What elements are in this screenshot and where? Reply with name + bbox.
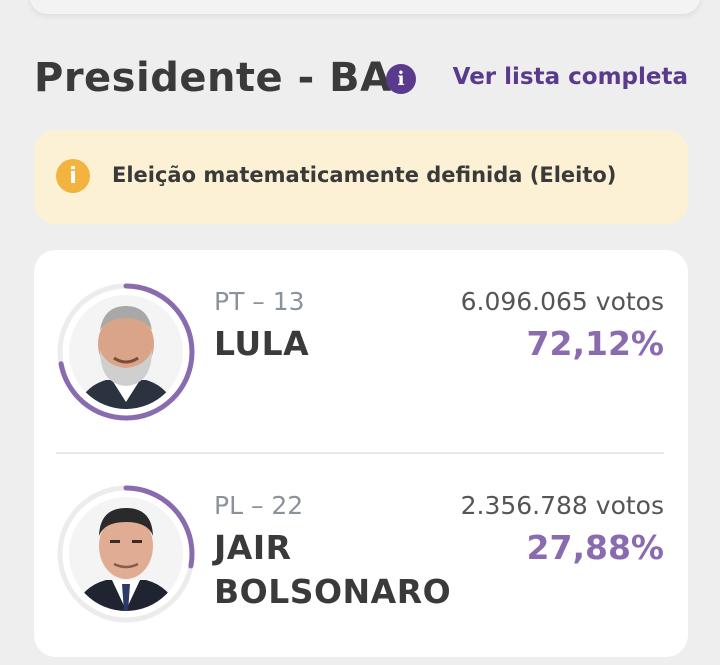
section-header: Presidente - BA i Ver lista completa: [34, 50, 690, 106]
candidate-name-line-1: JAIR: [214, 528, 292, 567]
info-icon: i: [56, 159, 90, 193]
vote-count: 6.096.065 votos: [460, 287, 664, 316]
candidate-photo: [69, 497, 183, 611]
previous-card-edge: [30, 0, 700, 14]
alert-text: Eleição matematicamente definida (Eleito…: [112, 163, 617, 187]
avatar: [56, 484, 196, 624]
page-title: Presidente - BA: [34, 55, 392, 101]
vote-percentage: 72,12%: [526, 324, 664, 363]
vote-count: 2.356.788 votos: [460, 491, 664, 520]
candidate-name-line-2: BOLSONARO: [214, 572, 452, 611]
party-label: PL – 22: [214, 491, 304, 520]
view-full-list-link[interactable]: Ver lista completa: [453, 60, 688, 94]
candidate-photo: [69, 295, 183, 409]
vote-percentage: 27,88%: [526, 528, 664, 567]
candidate-row[interactable]: PL – 22 JAIR BOLSONARO 2.356.788 votos 2…: [34, 454, 688, 654]
candidate-row[interactable]: PT – 13 LULA 6.096.065 votos 72,12%: [34, 250, 688, 450]
info-icon[interactable]: i: [386, 64, 416, 94]
party-label: PT – 13: [214, 287, 305, 316]
candidates-card: PT – 13 LULA 6.096.065 votos 72,12% PL –…: [34, 250, 688, 657]
candidate-name: LULA: [214, 324, 310, 363]
avatar: [56, 282, 196, 422]
status-alert: i Eleição matematicamente definida (Elei…: [34, 130, 688, 224]
